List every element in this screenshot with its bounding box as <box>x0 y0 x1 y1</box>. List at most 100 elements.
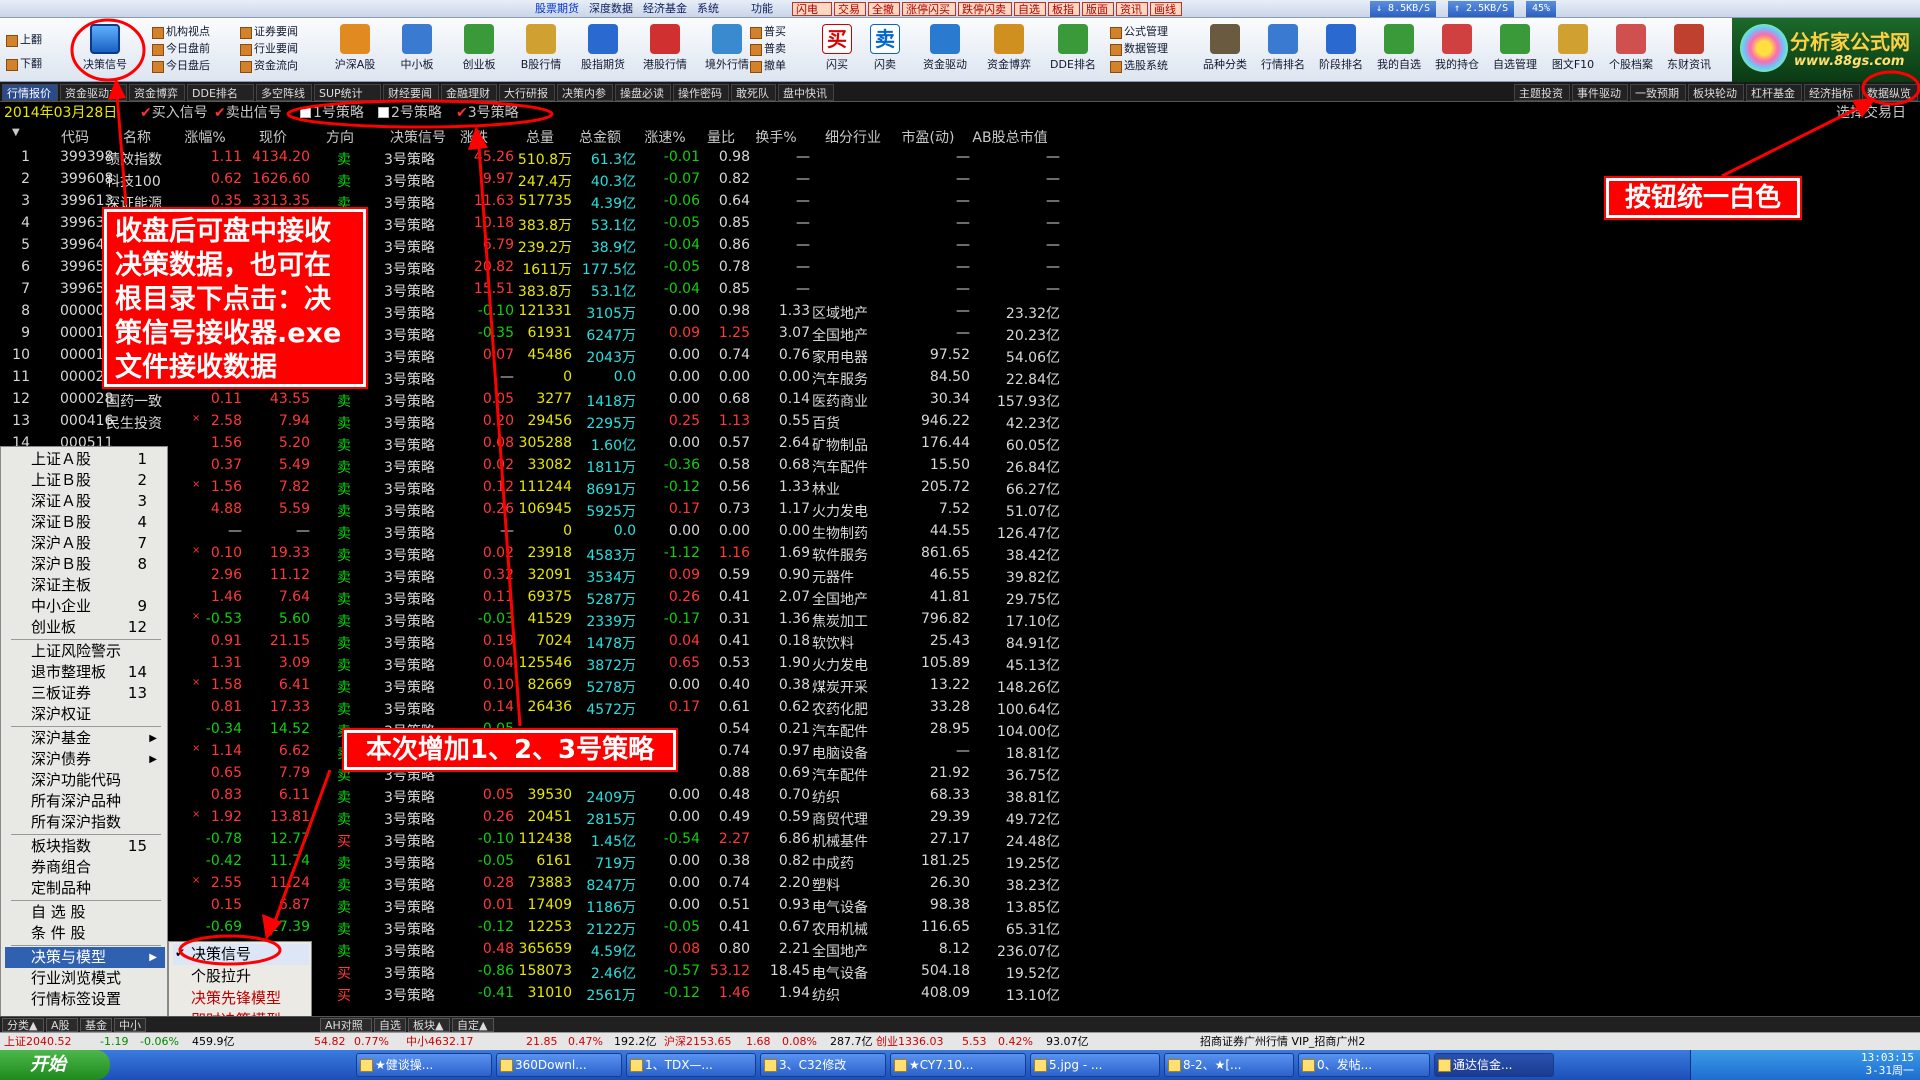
small2-2[interactable]: 资金流向 <box>238 58 298 74</box>
hot-button-1[interactable]: 交易 <box>834 2 866 16</box>
col-header-0[interactable]: 代码 <box>50 127 100 147</box>
hot-button-5[interactable]: 自选 <box>1014 2 1046 16</box>
start-button[interactable]: 开始 <box>0 1050 110 1080</box>
tab-right-3[interactable]: 板块轮动 <box>1688 84 1744 101</box>
table-row[interactable]: 2 399608 科技100 0.62 1626.60 卖 3号策略 9.97 247.4万 40… <box>0 168 1070 190</box>
tab-right-0[interactable]: 主题投资 <box>1514 84 1570 101</box>
table-row[interactable]: 13 000416 民生投资 2.58 7.94 卖 3号策略 0.20 29456 2295万 0… <box>0 410 1070 432</box>
tab-right-4[interactable]: 杠杆基金 <box>1746 84 1802 101</box>
table-row[interactable]: 1 399398 绩效指数 1.11 4134.20 卖 3号策略 45.26 510.8万 61… <box>0 146 1070 168</box>
buttons-button-5[interactable]: 港股行情 <box>636 22 694 78</box>
small1-1[interactable]: 今日盘前 <box>150 41 210 57</box>
hot-button-6[interactable]: 板指 <box>1048 2 1080 16</box>
sort-arrow-icon[interactable]: ▼ <box>12 127 20 138</box>
buttons2-button-0[interactable]: 资金驱动 <box>916 22 974 78</box>
category-item-7[interactable]: 中小企业 9 <box>5 596 165 617</box>
taskbar-item-5[interactable]: 5.jpg - ... <box>1030 1053 1160 1077</box>
strategy-3-checkbox[interactable]: ✔3号策略 <box>456 104 519 122</box>
menu-1[interactable]: 深度数据 <box>584 1 638 17</box>
buttons3-button-6[interactable]: 图文F10 <box>1544 22 1602 78</box>
hot-button-4[interactable]: 跌停闪卖 <box>958 2 1012 16</box>
cy-index[interactable]: 创业1336.03 <box>876 1033 944 1051</box>
trade-2[interactable]: 撤单 <box>748 58 786 74</box>
category-item-17[interactable]: 所有深沪指数 <box>5 812 165 833</box>
buttons3-button-0[interactable]: 品种分类 <box>1196 22 1254 78</box>
category-item-2[interactable]: 深证Ａ股 3 <box>5 491 165 512</box>
signal-date[interactable]: 2014年03月28日 <box>4 104 117 122</box>
menu-4[interactable]: 功能 <box>746 1 778 17</box>
strategy-2-checkbox[interactable]: 2号策略 <box>378 104 442 122</box>
category-item-18[interactable]: 板块指数 15 <box>5 836 165 857</box>
tab-0[interactable]: 行情报价 <box>2 84 58 101</box>
taskbar-item-2[interactable]: 1、TDX—... <box>626 1053 756 1077</box>
category-item-14[interactable]: 深沪债券 ▶ <box>5 749 165 770</box>
buttons2-button-2[interactable]: DDE排名 <box>1044 22 1102 78</box>
tab-10[interactable]: 操盘必读 <box>615 84 671 101</box>
bottom-tab-3[interactable]: 中小 <box>114 1018 146 1032</box>
tab-5[interactable]: SUP统计 <box>314 84 381 101</box>
category-item-4[interactable]: 深沪Ａ股 7 <box>5 533 165 554</box>
broker-server[interactable]: 招商证券广州行情 VIP_招商广州2 <box>1200 1033 1365 1051</box>
category-item-25[interactable]: 行情标签设置 <box>5 989 165 1010</box>
tab-11[interactable]: 操作密码 <box>673 84 729 101</box>
taskbar-item-1[interactable]: 360Downl... <box>496 1053 622 1077</box>
col-header-3[interactable]: 现价 <box>234 127 312 147</box>
buttons-button-1[interactable]: 中小板 <box>388 22 446 78</box>
trade-1[interactable]: 普卖 <box>748 41 786 57</box>
bottom-tab-7[interactable]: 自定▲ <box>452 1018 494 1032</box>
hot-button-7[interactable]: 版面 <box>1082 2 1114 16</box>
select-trade-day-button[interactable]: 选择交易日 <box>1836 104 1906 122</box>
category-item-12[interactable]: 深沪权证 <box>5 704 165 725</box>
taskbar-item-6[interactable]: 8-2、★[... <box>1164 1053 1294 1077</box>
tab-4[interactable]: 多空阵线 <box>256 84 312 101</box>
category-item-0[interactable]: 上证Ａ股 1 <box>5 449 165 470</box>
buttons3-button-7[interactable]: 个股档案 <box>1602 22 1660 78</box>
small1-2[interactable]: 今日盘后 <box>150 58 210 74</box>
sell-signal-checkbox[interactable]: ✔卖出信号 <box>214 104 282 122</box>
tab-6[interactable]: 财经要闻 <box>383 84 439 101</box>
taskbar-item-0[interactable]: ★健谈操... <box>356 1053 492 1077</box>
category-item-5[interactable]: 深沪Ｂ股 8 <box>5 554 165 575</box>
hot-button-3[interactable]: 涨停闪买 <box>902 2 956 16</box>
category-item-8[interactable]: 创业板 12 <box>5 617 165 638</box>
category-item-9[interactable]: 上证风险警示 <box>5 641 165 662</box>
bottom-tab-0[interactable]: 分类▲ <box>2 1018 44 1032</box>
tab-9[interactable]: 决策内参 <box>557 84 613 101</box>
category-item-21[interactable]: 自 选 股 <box>5 902 165 923</box>
buttons3-button-1[interactable]: 行情排名 <box>1254 22 1312 78</box>
tab-8[interactable]: 大行研报 <box>499 84 555 101</box>
small2-1[interactable]: 行业要闻 <box>238 41 298 57</box>
tab-13[interactable]: 盘中快讯 <box>778 84 834 101</box>
page-up-button[interactable]: 上翻 <box>4 32 42 48</box>
submenu-item-2[interactable]: 决策先锋模型 <box>173 988 309 1009</box>
buttons-button-0[interactable]: 沪深A股 <box>326 22 384 78</box>
taskbar-item-4[interactable]: ★CY7.10... <box>890 1053 1026 1077</box>
category-item-1[interactable]: 上证Ｂ股 2 <box>5 470 165 491</box>
table-row[interactable]: 12 000028 国药一致 0.11 43.55 卖 3号策略 0.05 3277 1418万 0… <box>0 388 1070 410</box>
buy-signal-checkbox[interactable]: ✔买入信号 <box>140 104 208 122</box>
small3-0[interactable]: 公式管理 <box>1108 24 1168 40</box>
menu-2[interactable]: 经济基金 <box>638 1 692 17</box>
sh-index[interactable]: 上证2040.52 <box>4 1033 72 1051</box>
tab-right-2[interactable]: 一致预期 <box>1630 84 1686 101</box>
buttons-button-4[interactable]: 股指期货 <box>574 22 632 78</box>
col-header-8[interactable]: 总金额 <box>562 127 638 147</box>
small2-0[interactable]: 证券要闻 <box>238 24 298 40</box>
category-item-23[interactable]: 决策与模型 ▶ <box>5 947 165 968</box>
page-down-button[interactable]: 下翻 <box>4 56 42 72</box>
category-item-13[interactable]: 深沪基金 ▶ <box>5 728 165 749</box>
category-item-6[interactable]: 深证主板 <box>5 575 165 596</box>
taskbar-item-3[interactable]: 3、C32修改 <box>760 1053 886 1077</box>
tab-12[interactable]: 敢死队 <box>731 84 776 101</box>
bottom-tab-2[interactable]: 基金 <box>80 1018 112 1032</box>
bottom-tab-1[interactable]: A股 <box>46 1018 78 1032</box>
trade-0[interactable]: 普买 <box>748 24 786 40</box>
buttons3-button-3[interactable]: 我的自选 <box>1370 22 1428 78</box>
col-header-6[interactable]: 涨跌 <box>432 127 516 147</box>
category-item-16[interactable]: 所有深沪品种 <box>5 791 165 812</box>
zx-index[interactable]: 中小4632.17 <box>406 1033 474 1051</box>
category-item-15[interactable]: 深沪功能代码 <box>5 770 165 791</box>
category-item-22[interactable]: 条 件 股 <box>5 923 165 944</box>
small3-2[interactable]: 选股系统 <box>1108 58 1168 74</box>
decision-signal-button[interactable]: 决策信号 <box>76 22 134 78</box>
